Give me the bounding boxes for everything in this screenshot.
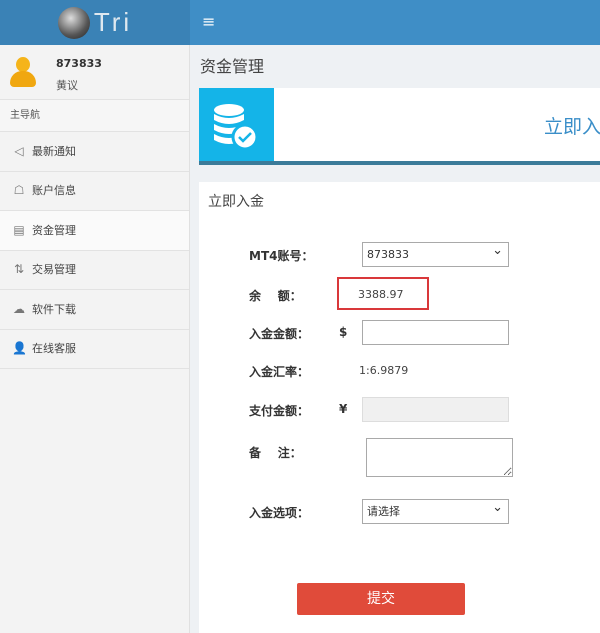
person-icon: 👤 xyxy=(12,341,27,356)
amount-currency: $ xyxy=(339,325,348,339)
pay-label: 支付金额： xyxy=(249,404,310,418)
money-icon: ▤ xyxy=(13,222,25,237)
balance-value: 3388.97 xyxy=(358,288,404,301)
sidebar-item-download[interactable]: ☁ 软件下载 xyxy=(0,290,189,330)
sidebar-item-funds[interactable]: ▤ 资金管理 xyxy=(0,211,189,251)
sidebar-item-support[interactable]: 👤 在线客服 xyxy=(0,330,189,369)
cloud-download-icon: ☁ xyxy=(13,301,25,316)
sidebar-item-account[interactable]: ☖ 账户信息 xyxy=(0,172,189,211)
top-header: Tri ≡ xyxy=(0,0,600,45)
balance-label: 余 额： xyxy=(249,289,302,303)
account-value: 873833 xyxy=(367,248,409,261)
sidebar: 873833 黄议 主导航 ◁ 最新通知 ☖ 账户信息 ▤ 资金管理 ⇅ 交易管理 ☁ 软… xyxy=(0,45,190,633)
hamburger-icon[interactable]: ≡ xyxy=(202,12,215,31)
amount-input[interactable] xyxy=(362,320,509,345)
submit-button[interactable]: 提交 xyxy=(297,583,465,615)
nav-heading: 主导航 xyxy=(0,100,189,132)
user-name: 黄议 xyxy=(56,79,78,92)
sidebar-item-label: 账户信息 xyxy=(32,184,76,198)
amount-label: 入金金额： xyxy=(249,327,310,341)
avatar xyxy=(10,57,36,87)
sidebar-item-notices[interactable]: ◁ 最新通知 xyxy=(0,132,189,172)
option-label: 入金选项： xyxy=(249,506,310,520)
pay-amount-input xyxy=(362,397,509,422)
deposit-panel: 立即入 xyxy=(199,88,600,165)
user-id: 873833 xyxy=(56,57,102,70)
sidebar-item-label: 在线客服 xyxy=(32,342,76,356)
option-value: 请选择 xyxy=(367,505,400,518)
account-select[interactable]: 873833 xyxy=(362,239,509,267)
account-label: MT4账号： xyxy=(249,249,314,263)
user-card-icon: ☖ xyxy=(13,183,25,198)
sidebar-item-label: 软件下载 xyxy=(32,302,76,316)
option-select[interactable]: 请选择 xyxy=(362,496,509,524)
note-label: 备 注： xyxy=(249,446,302,460)
trade-icon: ⇅ xyxy=(13,262,25,277)
pay-currency: ¥ xyxy=(339,402,348,416)
logo-text: Tri xyxy=(93,7,133,37)
deposit-form: 立即入金 MT4账号： 873833 余 额： 3388.97 入金金额： $ … xyxy=(199,182,600,633)
page-title: 资金管理 xyxy=(200,57,265,76)
form-title: 立即入金 xyxy=(208,194,264,210)
speaker-icon: ◁ xyxy=(14,143,24,158)
sidebar-item-label: 最新通知 xyxy=(32,144,76,158)
sidebar-item-trade[interactable]: ⇅ 交易管理 xyxy=(0,251,189,290)
sidebar-item-label: 交易管理 xyxy=(32,263,76,277)
globe-logo-icon xyxy=(57,6,90,39)
sidebar-item-label: 资金管理 xyxy=(32,223,76,237)
note-textarea[interactable] xyxy=(366,438,513,477)
user-info: 873833 黄议 xyxy=(0,45,189,100)
database-check-icon xyxy=(199,88,274,161)
panel-title: 立即入 xyxy=(544,116,600,138)
logo: Tri xyxy=(0,0,190,45)
rate-value: 1:6.9879 xyxy=(359,364,409,377)
rate-label: 入金汇率： xyxy=(249,365,310,379)
